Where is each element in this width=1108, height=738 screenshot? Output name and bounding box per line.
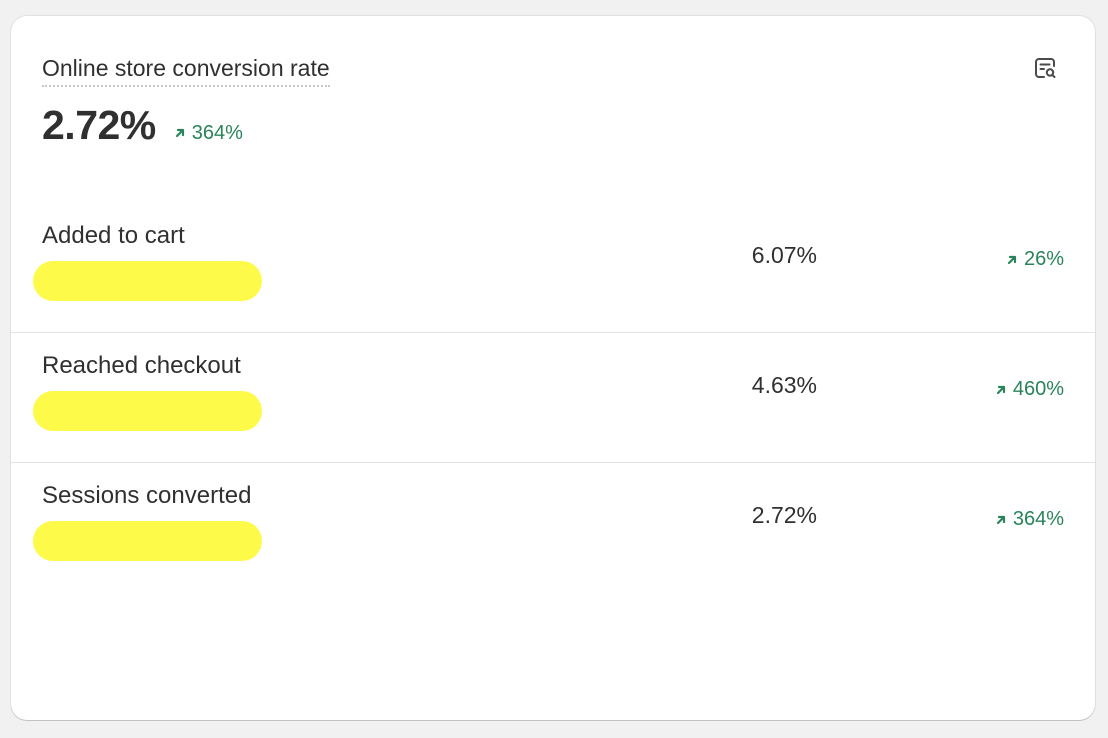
- change-percent: 26%: [1023, 248, 1064, 270]
- row-value: 6.07%: [751, 242, 817, 268]
- redaction-highlight: [33, 391, 262, 431]
- conversion-rate-value: 2.72%: [42, 102, 156, 148]
- card-header: Online store conversion rate: [42, 54, 1064, 87]
- row-label: Reached checkout: [42, 352, 241, 379]
- redaction-highlight: [33, 521, 262, 561]
- row-label: Added to cart: [42, 222, 185, 249]
- conversion-rate-card: Online store conversion rate 2.72% 364% …: [11, 16, 1095, 720]
- row-value: 2.72%: [751, 502, 817, 528]
- arrow-up-right-icon: [175, 128, 184, 138]
- metric-row-added-to-cart: Added to cart 6.07% 26%: [11, 203, 1095, 333]
- change-percent: 364%: [1012, 508, 1064, 530]
- arrow-up-right-icon: [996, 515, 1005, 524]
- metric-row-reached-checkout: Reached checkout 4.63% 460%: [11, 333, 1095, 463]
- row-change: 26%: [1006, 248, 1064, 271]
- arrow-up-right-icon: [1007, 255, 1017, 264]
- change-percent: 460%: [1012, 378, 1064, 400]
- report-search-icon[interactable]: [1031, 54, 1059, 82]
- arrow-up-right-icon: [996, 385, 1005, 394]
- card-title[interactable]: Online store conversion rate: [42, 54, 330, 87]
- row-change: 460%: [995, 378, 1064, 401]
- row-label: Sessions converted: [42, 482, 252, 509]
- row-change: 364%: [995, 508, 1064, 531]
- row-value: 4.63%: [751, 372, 817, 398]
- change-percent: 364%: [191, 121, 243, 144]
- metric-row-sessions-converted: Sessions converted 2.72% 364%: [11, 463, 1095, 592]
- headline-metric: 2.72% 364%: [42, 102, 243, 149]
- conversion-rate-change: 364%: [174, 122, 243, 145]
- redaction-highlight: [33, 261, 262, 301]
